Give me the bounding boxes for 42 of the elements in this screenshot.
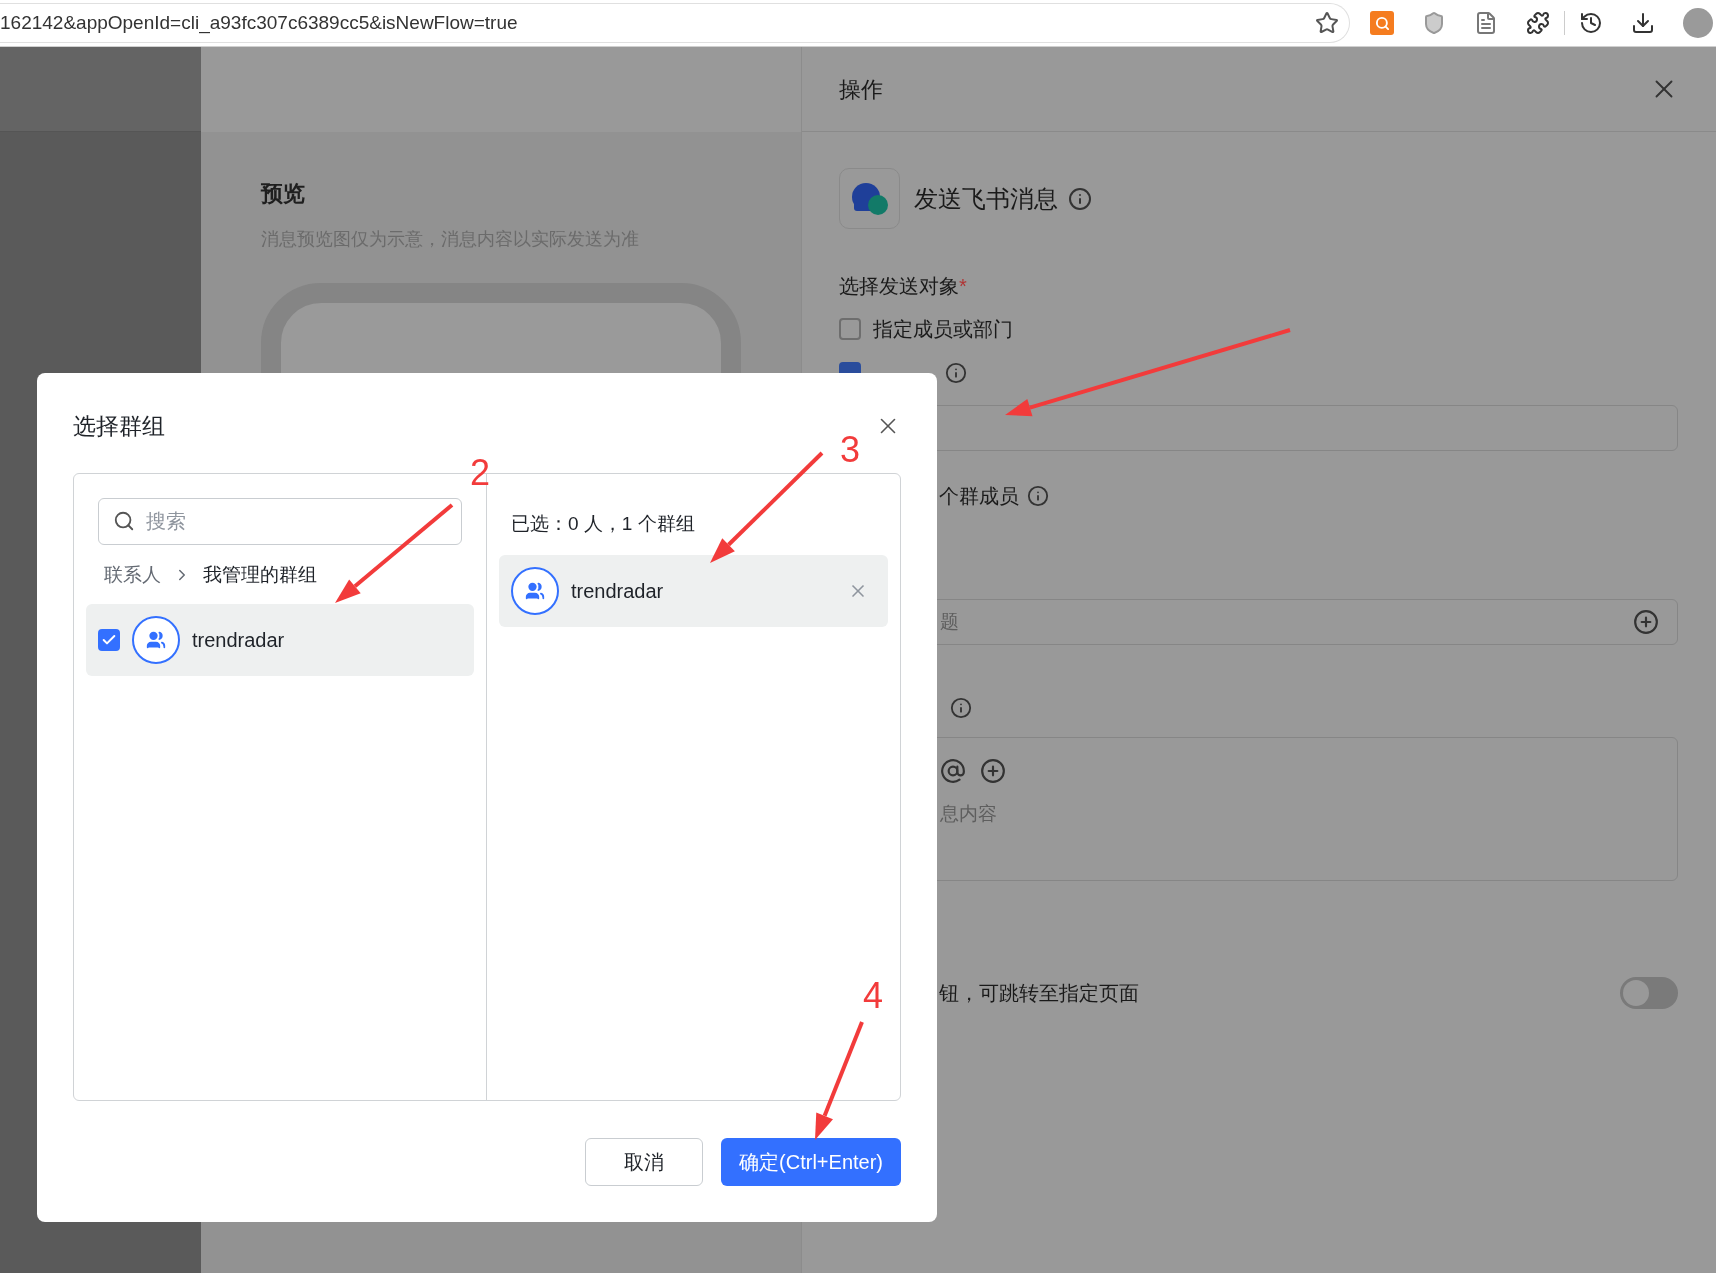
confirm-button[interactable]: 确定(Ctrl+Enter) [721, 1138, 901, 1186]
annotation-number: 4 [863, 978, 884, 1014]
group-avatar-icon [132, 615, 180, 664]
option-label: 指定成员或部门 [873, 317, 1013, 342]
add-icon[interactable] [1633, 609, 1659, 635]
group-avatar-icon [511, 566, 559, 615]
mention-icon[interactable] [940, 758, 966, 784]
panel-title: 操作 [839, 75, 883, 104]
download-icon[interactable] [1631, 11, 1655, 35]
required-mark: * [959, 274, 967, 299]
breadcrumb-link[interactable]: 联系人 [104, 561, 161, 590]
search-field[interactable]: 搜索 [98, 498, 462, 545]
checkbox[interactable] [98, 628, 120, 651]
search-icon [113, 510, 135, 532]
annotation-number: 2 [470, 455, 491, 491]
cancel-button[interactable]: 取消 [585, 1138, 704, 1186]
field-label: 选择发送对象 [839, 274, 959, 299]
member-count-text: 个群成员 [939, 484, 1019, 509]
add-icon[interactable] [980, 758, 1006, 784]
action-icon [839, 168, 900, 229]
selected-summary: 已选：0 人，1 个群组 [510, 512, 696, 536]
action-title: 发送飞书消息 [914, 183, 1058, 214]
checkbox[interactable] [839, 318, 861, 340]
selected-group-item: trendradar [499, 554, 888, 627]
toggle-label: 钮，可跳转至指定页面 [939, 981, 1139, 1006]
extensions-icon[interactable] [1526, 11, 1550, 35]
breadcrumb-current: 我管理的群组 [203, 563, 317, 587]
history-icon[interactable] [1579, 11, 1603, 35]
info-icon[interactable] [1027, 485, 1049, 507]
toggle-switch[interactable] [1620, 977, 1678, 1009]
group-list-item[interactable]: trendradar [86, 603, 474, 676]
info-icon[interactable] [945, 362, 967, 384]
info-icon[interactable] [950, 697, 972, 719]
annotation-number: 3 [840, 432, 861, 468]
bookmark-star-icon[interactable] [1315, 11, 1339, 35]
info-icon[interactable] [1068, 186, 1092, 211]
preview-title: 预览 [261, 180, 306, 208]
profile-avatar-icon[interactable] [1683, 8, 1713, 38]
shield-extension-icon[interactable] [1422, 11, 1446, 35]
search-extension-icon[interactable] [1370, 11, 1394, 35]
document-extension-icon[interactable] [1474, 11, 1498, 35]
dialog-title: 选择群组 [73, 411, 165, 441]
